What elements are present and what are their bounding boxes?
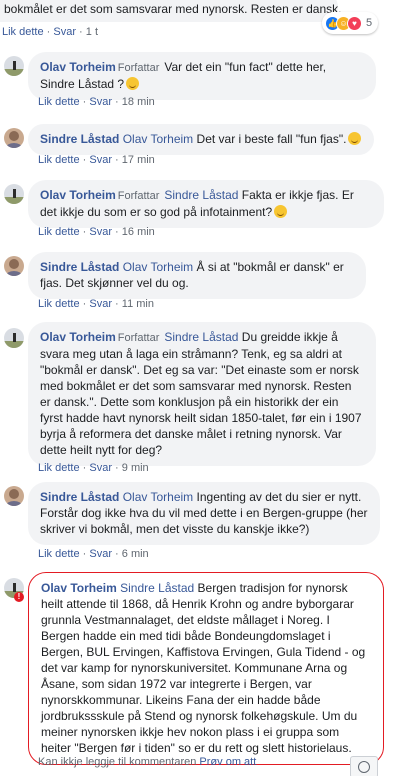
comment-bubble: Olav Torheim Forfattar Sindre Låstad Du gr… [28, 322, 376, 466]
retry-link[interactable]: Prøv om att [199, 756, 256, 768]
comment-bubble: Sindre Låstad Olav Torheim Ingenting av … [28, 482, 380, 545]
comment-author[interactable]: Olav Torheim [40, 60, 116, 74]
comment-time: 1 t [85, 26, 99, 38]
reply-link[interactable]: Svar [89, 96, 112, 108]
reply-link[interactable]: Svar [89, 298, 112, 310]
comment-actions: Lik dette · Svar · 17 min [38, 154, 155, 166]
previous-comment-text: bokmålet er det som samsvarar med nynors… [4, 2, 342, 16]
mention-link[interactable]: Olav Torheim [123, 260, 193, 274]
comment-actions: Lik dette · Svar · 6 min [38, 548, 149, 560]
comment-time: 17 min [121, 154, 155, 166]
comment-text: Du greidde ikkje å svara meg utan å laga… [40, 330, 362, 457]
avatar[interactable] [4, 486, 24, 506]
avatar[interactable] [4, 128, 24, 148]
avatar[interactable] [4, 328, 24, 348]
reaction-count: 5 [366, 17, 373, 29]
reply-link[interactable]: Svar [89, 154, 112, 166]
smile-emoji-icon [348, 132, 362, 145]
avatar[interactable] [4, 256, 24, 276]
comment-text: Bergen tradisjon for nynorsk heilt atten… [41, 581, 366, 755]
error-text: Kan ikkje leggje til kommentaren [38, 756, 197, 768]
comment-bubble: Sindre Låstad Olav Torheim Det var i bes… [28, 124, 374, 155]
love-reaction-icon: ♥ [347, 15, 362, 31]
mention-link[interactable]: Olav Torheim [123, 132, 193, 146]
comment-actions: Lik dette · Svar · 11 min [38, 298, 154, 310]
comment-author[interactable]: Olav Torheim [40, 188, 116, 202]
comment-time: 11 min [121, 298, 154, 310]
comment-actions: Lik dette · Svar · 9 min [38, 462, 149, 474]
smile-emoji-icon [274, 205, 288, 218]
author-badge: Forfattar [117, 332, 160, 344]
avatar[interactable] [4, 184, 24, 204]
comment-time: 9 min [121, 462, 149, 474]
comment-actions: Lik dette · Svar · 16 min [38, 226, 155, 238]
comment-bubble: Olav Torheim Sindre Låstad Bergen tradis… [28, 572, 384, 765]
comment-author[interactable]: Sindre Låstad [40, 490, 119, 504]
like-link[interactable]: Lik dette [38, 96, 80, 108]
like-link[interactable]: Lik dette [38, 154, 80, 166]
comment-bubble: Olav Torheim Forfattar Var det ein "fun fa… [28, 52, 376, 100]
comment-author[interactable]: Sindre Låstad [40, 132, 119, 146]
comment-actions: Lik dette · Svar · 18 min [38, 96, 155, 108]
reply-link[interactable]: Svar [53, 26, 76, 38]
comment-time: 16 min [121, 226, 155, 238]
author-badge: Forfattar [117, 190, 160, 202]
comment-bubble: Olav Torheim Forfattar Sindre Låstad Fakta… [28, 180, 384, 228]
audience-button[interactable] [350, 756, 378, 776]
comment-time: 6 min [121, 548, 149, 560]
error-icon: ! [14, 592, 24, 602]
comment-text: Det var i beste fall "fun fjas". [196, 132, 347, 146]
smile-emoji-icon [126, 77, 140, 90]
comment-time: 18 min [121, 96, 155, 108]
comment-author[interactable]: Olav Torheim [40, 330, 116, 344]
comment-bubble: Sindre Låstad Olav Torheim Å si at "bokm… [28, 252, 366, 299]
previous-comment: bokmålet er det som samsvarar med nynors… [0, 0, 414, 34]
reply-link[interactable]: Svar [89, 548, 112, 560]
mention-link[interactable]: Sindre Låstad [120, 581, 194, 595]
like-link[interactable]: Lik dette [38, 548, 80, 560]
post-error-message: Kan ikkje leggje til kommentaren Prøv om… [38, 756, 256, 768]
reply-link[interactable]: Svar [89, 226, 112, 238]
mention-link[interactable]: Olav Torheim [123, 490, 193, 504]
like-link[interactable]: Lik dette [38, 298, 80, 310]
like-link[interactable]: Lik dette [2, 26, 44, 38]
previous-comment-actions: Lik dette · Svar · 1 t [2, 26, 99, 38]
like-link[interactable]: Lik dette [38, 462, 80, 474]
mention-link[interactable]: Sindre Låstad [164, 188, 238, 202]
like-link[interactable]: Lik dette [38, 226, 80, 238]
reply-link[interactable]: Svar [89, 462, 112, 474]
mention-link[interactable]: Sindre Låstad [164, 330, 238, 344]
comment-author[interactable]: Sindre Låstad [40, 260, 119, 274]
globe-icon [358, 761, 370, 773]
previous-comment-bubble: bokmålet er det som samsvarar med nynors… [0, 0, 342, 22]
reaction-summary[interactable]: 👍 ☺ ♥ 5 [322, 12, 379, 34]
author-badge: Forfattar [117, 62, 160, 74]
avatar[interactable] [4, 56, 24, 76]
comment-author[interactable]: Olav Torheim [41, 581, 117, 595]
